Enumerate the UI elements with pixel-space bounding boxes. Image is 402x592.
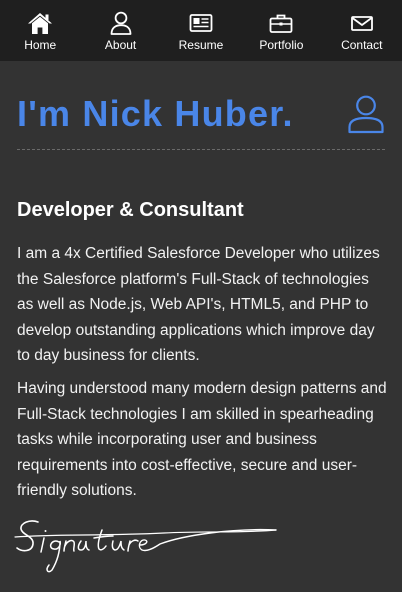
nav-item-home[interactable]: Home: [0, 0, 80, 61]
nav-item-resume[interactable]: Resume: [161, 0, 241, 61]
top-navigation: Home About Resume Portfolio Contact: [0, 0, 402, 61]
envelope-icon: [350, 16, 373, 31]
nav-item-contact[interactable]: Contact: [322, 0, 402, 61]
about-paragraph: I am a 4x Certified Salesforce Developer…: [17, 245, 380, 364]
briefcase-icon: [269, 14, 293, 33]
nav-item-portfolio[interactable]: Portfolio: [241, 0, 321, 61]
nav-label-about: About: [104, 38, 137, 52]
signature-image: [14, 520, 277, 573]
user-icon: [348, 95, 384, 134]
nav-label-home: Home: [24, 38, 57, 52]
about-subtitle: Developer & Consultant: [17, 199, 244, 221]
about-paragraph: Having understood many modern design pat…: [17, 380, 387, 499]
user-icon: [110, 11, 131, 35]
nav-item-about[interactable]: About: [80, 0, 160, 61]
nav-label-resume: Resume: [178, 38, 224, 52]
nav-label-portfolio: Portfolio: [259, 38, 304, 52]
page-title: I'm Nick Huber.: [17, 93, 294, 134]
nav-label-contact: Contact: [341, 38, 383, 52]
home-icon: [28, 13, 53, 34]
newspaper-icon: [189, 14, 213, 32]
title-divider: [17, 149, 385, 150]
hero-header: I'm Nick Huber.: [17, 92, 385, 150]
